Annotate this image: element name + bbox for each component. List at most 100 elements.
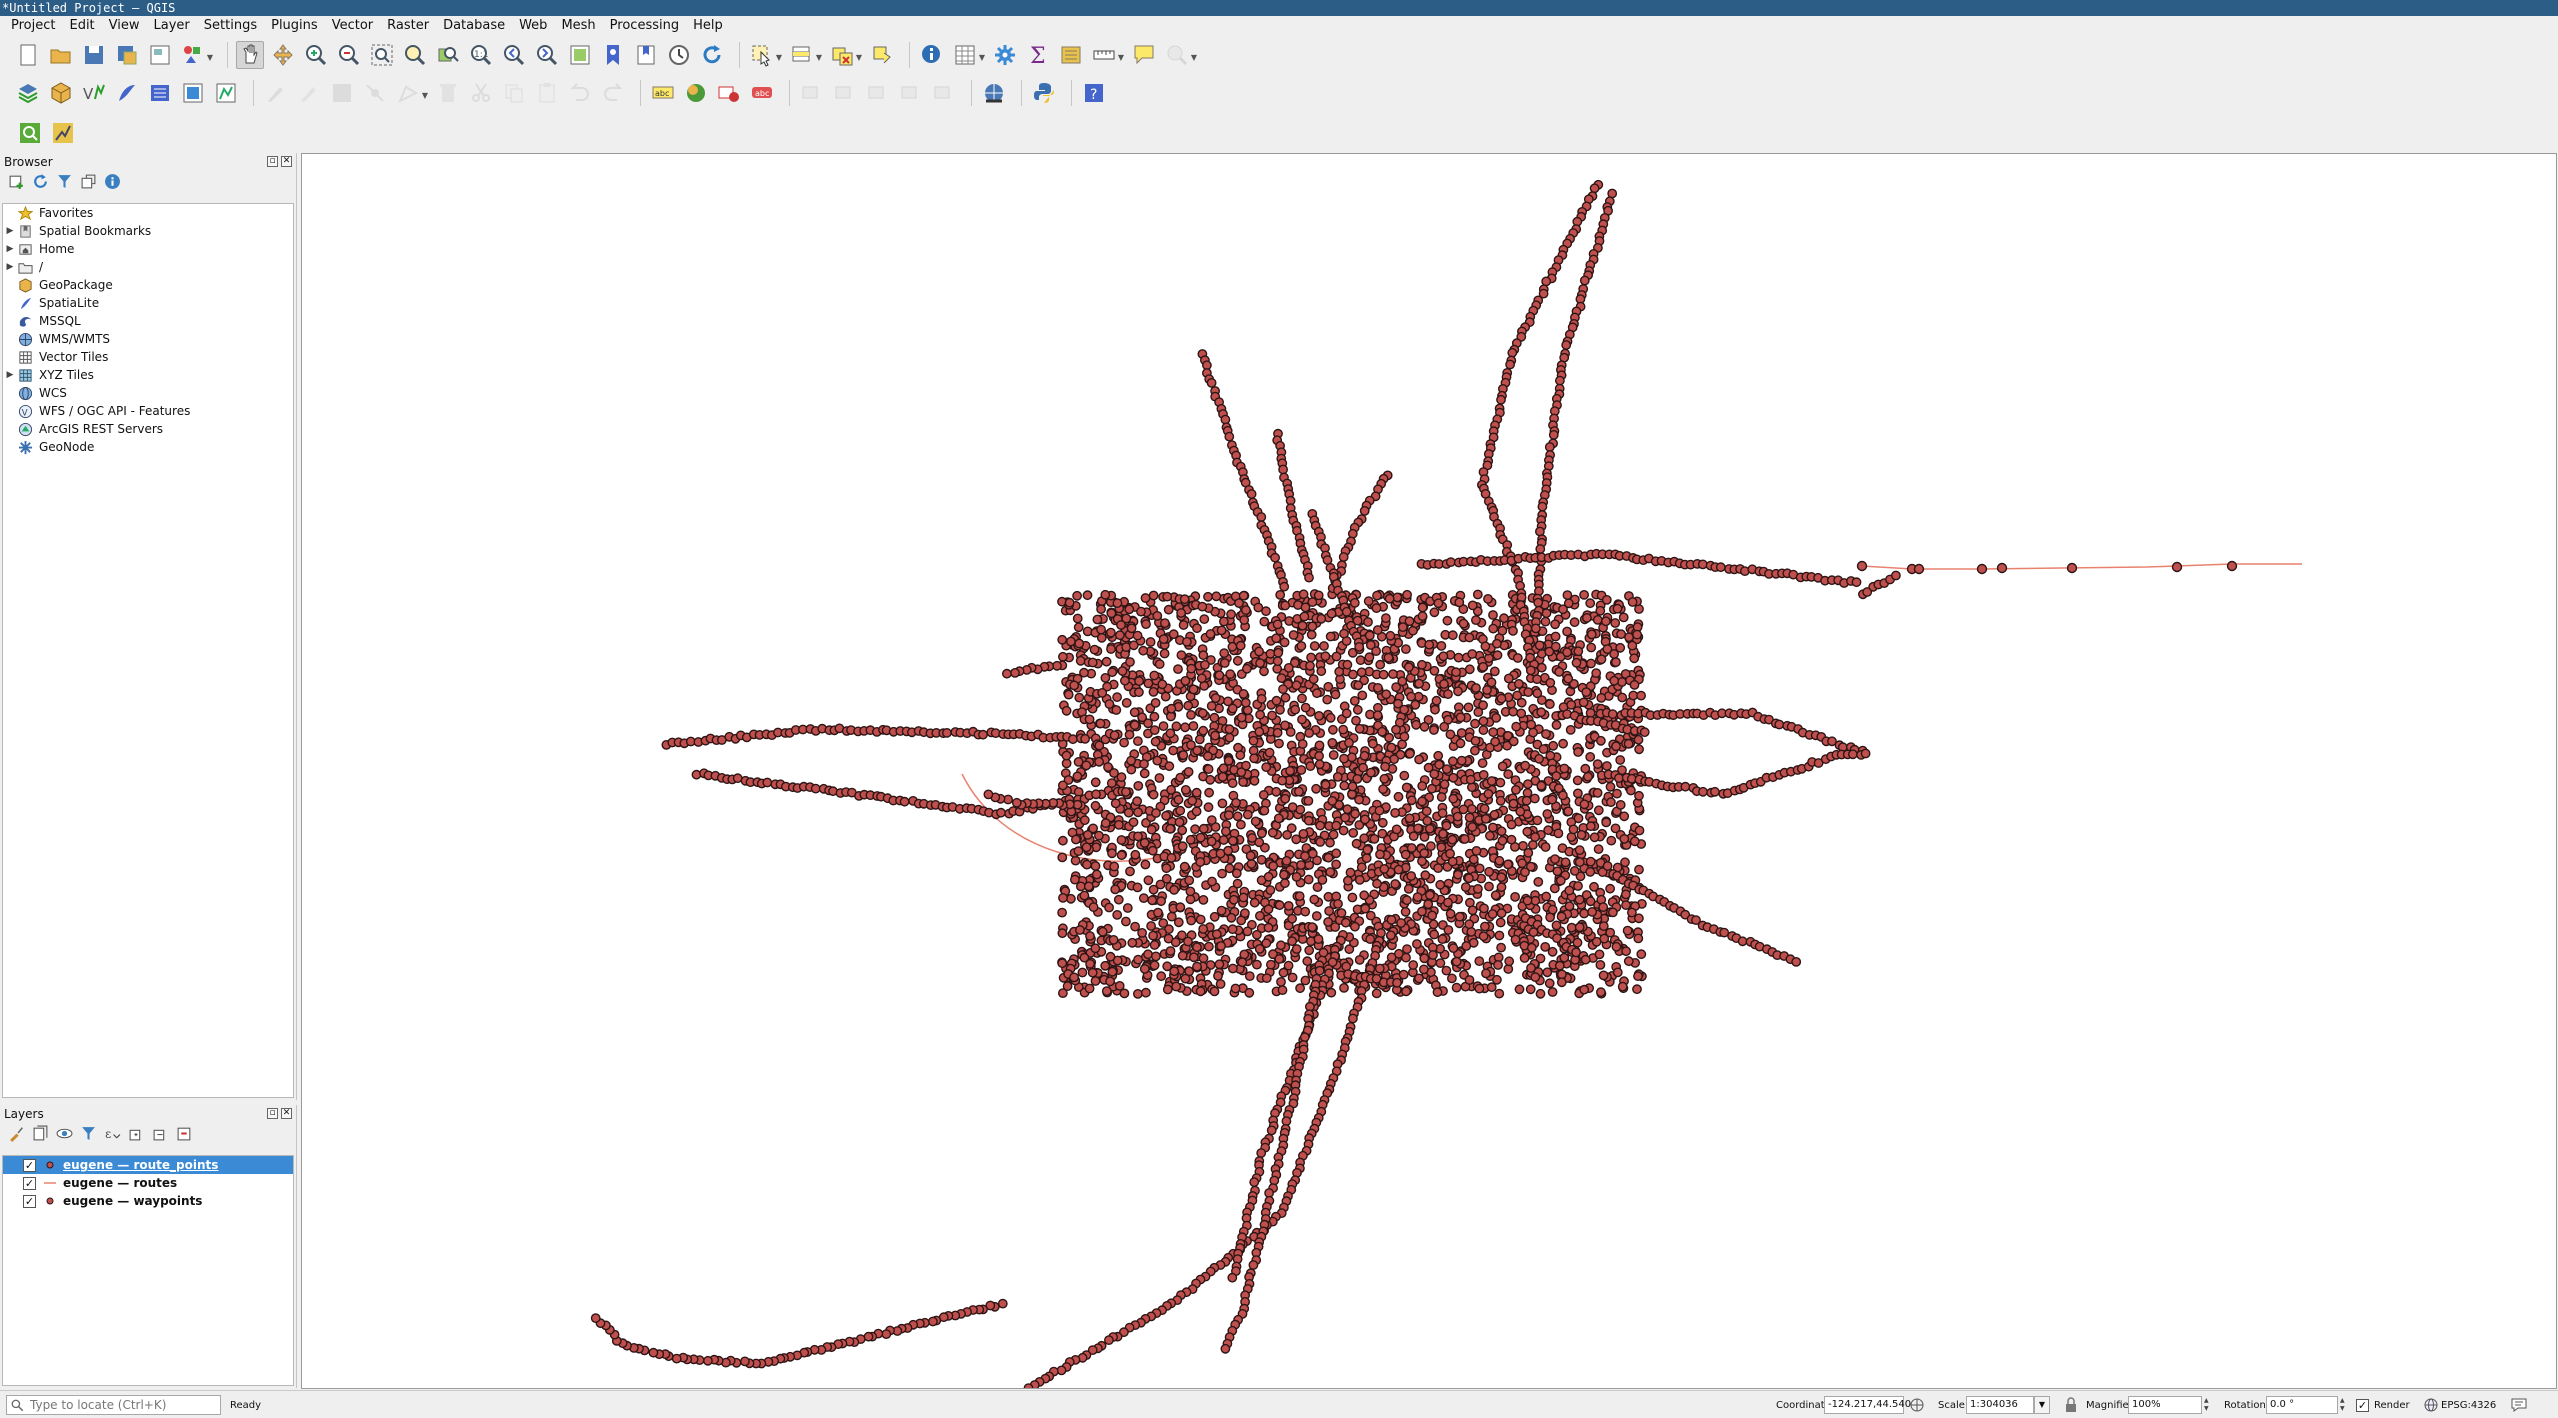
menu-help[interactable]: Help xyxy=(688,16,732,36)
expand-arrow-icon[interactable]: ▶ xyxy=(3,262,17,272)
temporal-controller-button[interactable] xyxy=(665,41,693,69)
toggle-extents-icon[interactable] xyxy=(1909,1395,1925,1415)
undo-button[interactable] xyxy=(566,79,594,107)
browser-item-wfs-ogc-api-features[interactable]: V WFS / OGC API - Features xyxy=(3,402,293,420)
layer-visibility-checkbox[interactable]: ✓ xyxy=(23,1158,36,1172)
refresh-icon[interactable] xyxy=(32,173,49,194)
redo-button[interactable] xyxy=(599,79,627,107)
layer-item[interactable]: ✓ eugene — routes xyxy=(3,1174,293,1192)
spatial-query-button[interactable]: ▼ xyxy=(1163,41,1197,69)
menu-database[interactable]: Database xyxy=(438,16,514,36)
close-panel-icon[interactable]: ✕ xyxy=(281,156,292,167)
new-spatialite-button[interactable] xyxy=(113,79,141,107)
expand-arrow-icon[interactable]: ▶ xyxy=(3,244,17,254)
filter-expression-icon[interactable]: ε xyxy=(104,1125,121,1146)
browser-item-favorites[interactable]: Favorites xyxy=(3,204,293,222)
browser-item-xyz-tiles[interactable]: ▶ XYZ Tiles xyxy=(3,366,293,384)
zoom-native-button[interactable]: 1:1 xyxy=(467,41,495,69)
browser-item-geopackage[interactable]: GeoPackage xyxy=(3,276,293,294)
save-edits-button[interactable] xyxy=(328,79,356,107)
new-temp-layer-button[interactable] xyxy=(146,79,174,107)
new-virtual-layer-button[interactable] xyxy=(179,79,207,107)
browser-item-spatial-bookmarks[interactable]: ▶ Spatial Bookmarks xyxy=(3,222,293,240)
menu-layer[interactable]: Layer xyxy=(149,16,199,36)
select-by-value-button[interactable]: ▼ xyxy=(788,41,822,69)
properties-icon[interactable] xyxy=(104,173,121,194)
locator-search-button[interactable] xyxy=(16,119,44,147)
menu-web[interactable]: Web xyxy=(514,16,556,36)
gps-connect-button[interactable] xyxy=(980,79,1008,107)
browser-item-mssql[interactable]: MSSQL xyxy=(3,312,293,330)
measure-button[interactable]: ▼ xyxy=(1090,41,1124,69)
new-geopackage-button[interactable] xyxy=(47,79,75,107)
dropdown-arrow-icon[interactable]: ▼ xyxy=(776,53,782,62)
lock-scale-icon[interactable] xyxy=(2064,1395,2078,1415)
new-bookmark-button[interactable] xyxy=(599,41,627,69)
layer-item[interactable]: ✓ eugene — route_points xyxy=(3,1156,293,1174)
field-calculator-button[interactable] xyxy=(1057,41,1085,69)
render-checkbox[interactable]: ✓ xyxy=(2356,1398,2369,1412)
delete-selected-button[interactable] xyxy=(434,79,462,107)
deselect-button[interactable]: ▼ xyxy=(828,41,862,69)
browser-item-wcs[interactable]: WCS xyxy=(3,384,293,402)
crs-button[interactable]: EPSG:4326 xyxy=(2424,1395,2496,1415)
diagram-change-button[interactable] xyxy=(930,79,958,107)
messages-icon[interactable] xyxy=(2510,1395,2528,1415)
statistics-button[interactable]: Σ xyxy=(1024,41,1052,69)
browser-item-root[interactable]: ▶ / xyxy=(3,258,293,276)
new-shapefile-button[interactable]: V xyxy=(80,79,108,107)
print-layout-button[interactable] xyxy=(146,41,174,69)
menu-project[interactable]: Project xyxy=(6,16,64,36)
coordinate-field[interactable]: -124.217,44.540 xyxy=(1824,1396,1911,1414)
label-highlight-button[interactable] xyxy=(715,79,743,107)
save-project-button[interactable] xyxy=(80,41,108,69)
copy-features-button[interactable] xyxy=(500,79,528,107)
menu-view[interactable]: View xyxy=(104,16,149,36)
menu-settings[interactable]: Settings xyxy=(199,16,266,36)
dropdown-arrow-icon[interactable]: ▼ xyxy=(979,53,985,62)
browser-item-home[interactable]: ▶ Home xyxy=(3,240,293,258)
zoom-in-button[interactable] xyxy=(302,41,330,69)
pan-to-selection-button[interactable] xyxy=(269,41,297,69)
add-selected-layers-icon[interactable] xyxy=(8,173,25,194)
dropdown-arrow-icon[interactable]: ▼ xyxy=(207,53,213,62)
new-project-button[interactable] xyxy=(14,41,42,69)
menu-raster[interactable]: Raster xyxy=(382,16,438,36)
zoom-to-selection-button[interactable] xyxy=(401,41,429,69)
style-manager-button[interactable]: ▼ xyxy=(179,41,213,69)
add-feature-button[interactable] xyxy=(361,79,389,107)
show-bookmarks-button[interactable] xyxy=(632,41,660,69)
magnifier-spin-icon[interactable]: ▲ ▼ xyxy=(2204,1397,2209,1413)
toggle-editing-button[interactable] xyxy=(295,79,323,107)
rotation-field[interactable]: 0.0 ° xyxy=(2266,1396,2338,1414)
remove-layer-icon[interactable] xyxy=(176,1125,193,1146)
dropdown-arrow-icon[interactable]: ▼ xyxy=(1118,53,1124,62)
python-console-button[interactable] xyxy=(1030,79,1058,107)
label-rotate-button[interactable] xyxy=(831,79,859,107)
float-panel-icon[interactable]: ▫ xyxy=(267,1108,278,1119)
scale-dropdown-icon[interactable]: ▼ xyxy=(2034,1396,2050,1414)
filter-legend-icon[interactable] xyxy=(80,1125,97,1146)
open-project-button[interactable] xyxy=(47,41,75,69)
zoom-next-button[interactable] xyxy=(533,41,561,69)
style-icon[interactable] xyxy=(8,1125,25,1146)
annotation-button[interactable] xyxy=(1130,41,1158,69)
browser-item-spatialite[interactable]: SpatiaLite xyxy=(3,294,293,312)
layer-visibility-checkbox[interactable]: ✓ xyxy=(23,1194,36,1208)
dropdown-arrow-icon[interactable]: ▼ xyxy=(1191,53,1197,62)
georeferencer-button[interactable] xyxy=(212,79,240,107)
menu-vector[interactable]: Vector xyxy=(327,16,382,36)
menu-edit[interactable]: Edit xyxy=(64,16,103,36)
save-as-button[interactable] xyxy=(113,41,141,69)
dropdown-arrow-icon[interactable]: ▼ xyxy=(856,53,862,62)
collapse-all-icon[interactable] xyxy=(152,1125,169,1146)
attribute-table-button[interactable]: ▼ xyxy=(951,41,985,69)
diagram-move-button[interactable] xyxy=(897,79,925,107)
whats-this-button[interactable]: ? xyxy=(1080,79,1108,107)
label-pin-button[interactable] xyxy=(682,79,710,107)
manage-themes-icon[interactable] xyxy=(56,1125,73,1146)
paste-features-button[interactable] xyxy=(533,79,561,107)
current-edits-button[interactable] xyxy=(262,79,290,107)
expand-arrow-icon[interactable]: ▶ xyxy=(3,370,17,380)
collapse-all-icon[interactable] xyxy=(80,173,97,194)
